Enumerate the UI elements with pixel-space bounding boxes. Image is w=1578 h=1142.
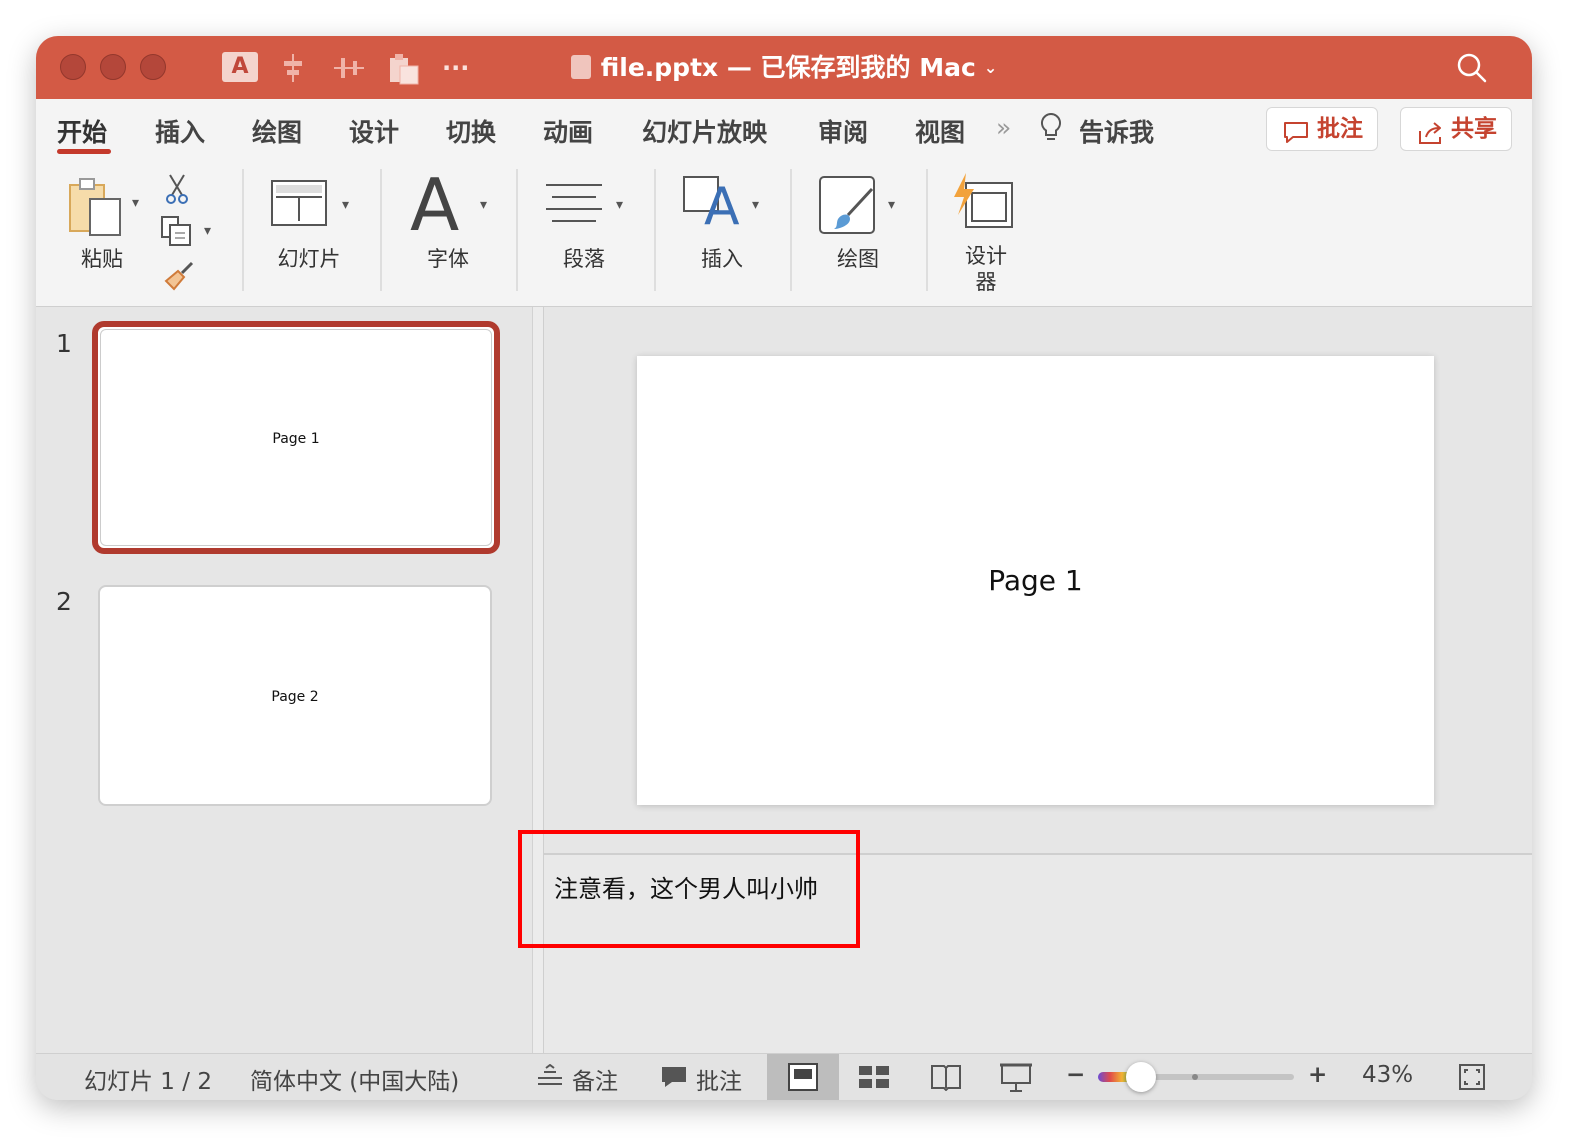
tab-home[interactable]: 开始 [57, 113, 107, 149]
insert-glyph: A [704, 177, 740, 237]
tab-animations[interactable]: 动画 [543, 113, 593, 149]
search-icon[interactable] [1456, 52, 1488, 84]
paste-chevron-down-icon[interactable]: ▾ [132, 195, 139, 211]
fit-to-window-icon[interactable] [1458, 1063, 1486, 1097]
font-chevron-down-icon[interactable]: ▾ [480, 197, 487, 213]
paragraph-label: 段落 [563, 247, 605, 271]
draw-chevron-down-icon[interactable]: ▾ [888, 197, 895, 213]
current-slide-canvas[interactable]: Page 1 [637, 356, 1434, 805]
ribbon-separator [380, 169, 382, 291]
tab-transitions[interactable]: 切换 [446, 113, 496, 149]
thumbnail-number: 1 [56, 329, 72, 358]
ribbon-separator [790, 169, 792, 291]
ribbon-separator [654, 169, 656, 291]
font-style-quick-icon[interactable]: A [222, 52, 258, 82]
insert-label: 插入 [701, 247, 743, 271]
draw-icon[interactable] [818, 175, 878, 241]
active-tab-indicator [57, 149, 111, 154]
window-title-text: file.pptx — 已保存到我的 Mac [600, 53, 976, 82]
close-window-button[interactable] [60, 54, 86, 80]
comment-icon [1283, 117, 1309, 159]
tab-insert[interactable]: 插入 [155, 113, 205, 149]
font-label: 字体 [427, 247, 469, 271]
slide-editor: Page 1 [544, 307, 1532, 853]
designer-label-line2: 器 [975, 270, 997, 294]
copy-chevron-down-icon[interactable]: ▾ [204, 223, 211, 239]
thumbnail-text: Page 2 [271, 689, 319, 705]
tabs-overflow-icon[interactable]: » [996, 113, 1011, 142]
slide-text[interactable]: Page 1 [637, 564, 1434, 597]
more-icon[interactable]: ··· [442, 52, 469, 84]
tab-design[interactable]: 设计 [349, 113, 399, 149]
normal-view-button[interactable] [767, 1054, 839, 1100]
ribbon-home: ▾ 粘贴 ▾ ▾ 幻灯片 A ▾ 字体 ▾ 段落 A ▾ 插入 ▾ 绘图 设计 … [36, 163, 1532, 307]
chevron-down-icon[interactable]: ⌄ [984, 58, 997, 77]
zoom-slider-knob[interactable] [1126, 1062, 1156, 1092]
reading-view-icon[interactable] [930, 1063, 962, 1097]
ribbon-separator [516, 169, 518, 291]
slide-thumbnail-1[interactable]: Page 1 [92, 321, 500, 554]
slides-label: 幻灯片 [277, 247, 341, 271]
tab-view[interactable]: 视图 [915, 113, 965, 149]
share-button-label: 共享 [1451, 116, 1497, 142]
slide-thumbnails-pane: 1 Page 1 2 Page 2 [36, 307, 532, 1053]
new-slide-icon[interactable] [270, 179, 328, 231]
share-button[interactable]: 共享 [1400, 107, 1512, 151]
share-icon [1417, 117, 1443, 159]
designer-label: 设计器 [954, 243, 1018, 295]
slide-show-icon[interactable] [1000, 1063, 1032, 1099]
minimize-window-button[interactable] [100, 54, 126, 80]
comments-button-label: 批注 [1317, 116, 1363, 142]
zoom-in-button[interactable]: + [1308, 1062, 1327, 1088]
ribbon-separator [926, 169, 928, 291]
designer-icon[interactable] [950, 171, 1016, 237]
title-bar: A ··· file.pptx — 已保存到我的 Mac ⌄ [36, 36, 1532, 99]
copy-icon[interactable] [160, 215, 194, 251]
powerpoint-window: A ··· file.pptx — 已保存到我的 Mac ⌄ 开始 插入 绘图 设… [36, 36, 1532, 1100]
normal-view-icon [788, 1063, 818, 1091]
slide-thumbnail-2[interactable]: Page 2 [98, 585, 492, 806]
insert-textbox-icon[interactable]: A [682, 175, 742, 235]
lightbulb-icon[interactable] [1039, 111, 1063, 151]
thumbnail-text: Page 1 [272, 431, 320, 447]
language-indicator[interactable]: 简体中文 (中国大陆) [250, 1062, 459, 1096]
zoom-window-button[interactable] [140, 54, 166, 80]
status-bar: 幻灯片 1 / 2 简体中文 (中国大陆) 备注 批注 − + 43% [36, 1053, 1532, 1100]
slide-sorter-icon[interactable] [858, 1064, 890, 1096]
insert-chevron-down-icon[interactable]: ▾ [752, 197, 759, 213]
tell-me-search[interactable]: 告诉我 [1079, 113, 1154, 149]
highlight-box [518, 830, 860, 948]
ribbon-tabs: 开始 插入 绘图 设计 切换 动画 幻灯片放映 审阅 视图 » 告诉我 批注 共… [36, 99, 1532, 163]
tab-draw[interactable]: 绘图 [252, 113, 302, 149]
zoom-slider-midpoint [1192, 1074, 1198, 1080]
comments-status-icon[interactable] [660, 1065, 688, 1095]
designer-label-line1: 设计 [965, 244, 1007, 268]
paragraph-chevron-down-icon[interactable]: ▾ [616, 197, 623, 213]
draw-label: 绘图 [837, 247, 879, 271]
zoom-percent[interactable]: 43% [1362, 1062, 1413, 1088]
window-title: file.pptx — 已保存到我的 Mac ⌄ [36, 36, 1532, 99]
notes-icon[interactable] [536, 1063, 564, 1096]
tab-slide-show[interactable]: 幻灯片放映 [642, 113, 767, 149]
cut-icon[interactable] [164, 173, 190, 209]
paste-label: 粘贴 [81, 247, 123, 271]
distribute-icon[interactable] [332, 52, 366, 84]
paste-icon[interactable] [66, 175, 124, 239]
paragraph-icon[interactable] [544, 181, 604, 229]
ribbon-separator [242, 169, 244, 291]
font-icon[interactable]: A [410, 163, 459, 247]
slide-counter: 幻灯片 1 / 2 [84, 1069, 212, 1095]
comments-toggle[interactable]: 批注 [696, 1062, 742, 1096]
slides-chevron-down-icon[interactable]: ▾ [342, 197, 349, 213]
pptx-file-icon [570, 55, 591, 79]
align-icon[interactable] [278, 52, 308, 84]
zoom-out-button[interactable]: − [1066, 1062, 1085, 1088]
thumbnail-number: 2 [56, 587, 72, 616]
comments-button[interactable]: 批注 [1266, 107, 1378, 151]
paste-quick-icon[interactable] [388, 52, 420, 85]
notes-toggle[interactable]: 备注 [572, 1062, 618, 1096]
tab-review[interactable]: 审阅 [818, 113, 868, 149]
format-painter-icon[interactable] [162, 259, 196, 295]
